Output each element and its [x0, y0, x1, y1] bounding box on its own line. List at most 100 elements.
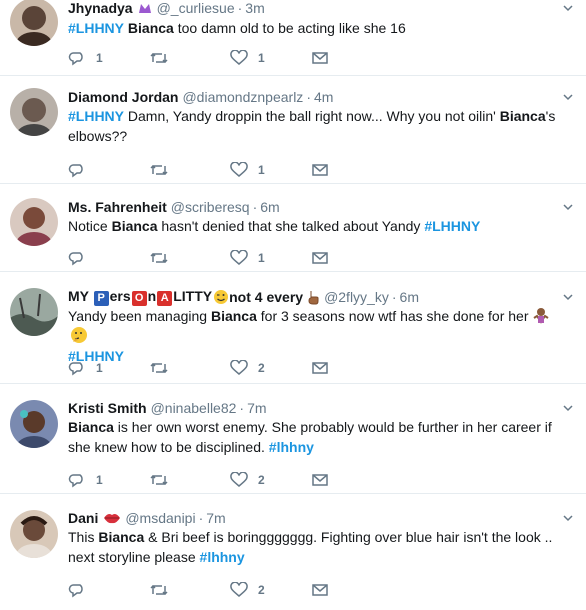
- hashtag-link[interactable]: #LHHNY: [68, 108, 124, 124]
- display-name[interactable]: Ms. Fahrenheit: [68, 199, 167, 215]
- retweet-button[interactable]: [149, 248, 230, 268]
- like-button[interactable]: 1: [230, 160, 311, 180]
- tweet-5[interactable]: Kristi Smith @ninabelle82 · 7m Bianca is…: [0, 384, 586, 494]
- purple-crown-emoji-icon: [138, 4, 151, 13]
- hashtag-link[interactable]: #LHHNY: [424, 218, 480, 234]
- message-icon: [312, 164, 328, 176]
- like-count: 2: [258, 473, 265, 487]
- message-button[interactable]: [311, 358, 392, 378]
- tweet-feed: Jhynadya @_curliesue · 3m #LHHNY Bianca …: [0, 0, 586, 610]
- hashtag-link[interactable]: #LHHNY: [68, 20, 124, 36]
- tweet-1[interactable]: Jhynadya @_curliesue · 3m #LHHNY Bianca …: [0, 0, 586, 76]
- reply-button[interactable]: [68, 160, 149, 180]
- lips-emoji-icon: [104, 514, 121, 524]
- caret-down-icon[interactable]: [562, 512, 574, 524]
- user-handle[interactable]: @scriberesq: [171, 199, 250, 215]
- avatar[interactable]: [10, 288, 58, 336]
- timestamp[interactable]: 6m: [400, 289, 419, 305]
- timestamp[interactable]: 4m: [314, 89, 333, 105]
- tweet-text: This Bianca & Bri beef is boringgggggg. …: [68, 527, 566, 567]
- timestamp[interactable]: 3m: [245, 0, 264, 16]
- avatar-image: [10, 198, 58, 246]
- message-button[interactable]: [311, 580, 392, 600]
- like-icon: [230, 360, 248, 375]
- like-icon: [230, 250, 248, 265]
- reply-icon: [68, 164, 83, 178]
- separator: ·: [391, 289, 397, 305]
- retweet-button[interactable]: [149, 470, 230, 490]
- user-handle[interactable]: @diamondznpearlz: [182, 89, 303, 105]
- tweet-6[interactable]: Dani @msdanipi · 7m This Bianca & Bri be…: [0, 494, 586, 610]
- caret-down-icon[interactable]: [562, 91, 574, 103]
- message-button[interactable]: [311, 470, 392, 490]
- tweet-4[interactable]: MY Pers On A LITTY not 4 every @2flyy_ky · …: [0, 272, 586, 384]
- message-icon: [312, 474, 328, 486]
- message-button[interactable]: [311, 48, 392, 68]
- reply-button[interactable]: [68, 580, 149, 600]
- tweet-actions: 1 1: [68, 48, 392, 68]
- message-button[interactable]: [311, 160, 392, 180]
- like-button[interactable]: 2: [230, 470, 311, 490]
- tweet-actions: 1 2: [68, 358, 392, 378]
- avatar[interactable]: [10, 0, 58, 46]
- separator: ·: [252, 199, 258, 215]
- tweet-text-part: hasn't denied that she talked about Yand…: [157, 218, 425, 234]
- reply-button[interactable]: 1: [68, 358, 149, 378]
- retweet-button[interactable]: [149, 48, 230, 68]
- retweet-button[interactable]: [149, 580, 230, 600]
- avatar-image: [10, 510, 58, 558]
- retweet-button[interactable]: [149, 358, 230, 378]
- avatar[interactable]: [10, 88, 58, 136]
- caret-down-icon[interactable]: [562, 402, 574, 414]
- tweet-actions: 1: [68, 160, 392, 180]
- like-count: 1: [258, 163, 265, 177]
- avatar[interactable]: [10, 400, 58, 448]
- reply-count: 1: [96, 473, 103, 487]
- user-handle[interactable]: @_curliesue: [157, 0, 235, 16]
- hashtag-link[interactable]: #lhhny: [269, 439, 314, 455]
- like-count: 1: [258, 251, 265, 265]
- user-handle[interactable]: @msdanipi: [125, 510, 195, 526]
- tweet-header: Dani @msdanipi · 7m: [68, 510, 546, 526]
- retweet-icon: [150, 474, 168, 486]
- caret-down-icon[interactable]: [562, 201, 574, 213]
- timestamp[interactable]: 7m: [206, 510, 225, 526]
- timestamp[interactable]: 6m: [260, 199, 279, 215]
- display-name[interactable]: Dani: [68, 510, 98, 526]
- tweet-header: Diamond Jordan @diamondznpearlz · 4m: [68, 89, 546, 105]
- avatar[interactable]: [10, 510, 58, 558]
- caret-down-icon[interactable]: [562, 291, 574, 303]
- reply-button[interactable]: 1: [68, 48, 149, 68]
- user-handle[interactable]: @ninabelle82: [151, 400, 237, 416]
- tweet-text-part: next storyline please: [68, 549, 200, 565]
- hashtag-link[interactable]: #lhhny: [200, 549, 245, 565]
- retweet-button[interactable]: [149, 160, 230, 180]
- display-name[interactable]: Diamond Jordan: [68, 89, 178, 105]
- display-name[interactable]: Kristi Smith: [68, 400, 147, 416]
- message-button[interactable]: [311, 248, 392, 268]
- reply-button[interactable]: [68, 248, 149, 268]
- tweet-2[interactable]: Diamond Jordan @diamondznpearlz · 4m #LH…: [0, 76, 586, 184]
- tweet-actions: 1: [68, 248, 392, 268]
- reply-button[interactable]: 1: [68, 470, 149, 490]
- thinking-face-emoji-icon: [71, 327, 87, 343]
- reply-count: 1: [96, 51, 103, 65]
- person-shrugging-emoji-icon: [533, 308, 549, 324]
- timestamp[interactable]: 7m: [247, 400, 266, 416]
- display-name-suffix[interactable]: not 4 every: [229, 289, 303, 305]
- caret-down-icon[interactable]: [562, 2, 574, 14]
- retweet-icon: [150, 252, 168, 264]
- like-button[interactable]: 1: [230, 248, 311, 268]
- like-count: 2: [258, 583, 265, 597]
- user-handle[interactable]: @2flyy_ky: [324, 289, 389, 305]
- tweet-text: Notice Bianca hasn't denied that she tal…: [68, 216, 566, 236]
- avatar[interactable]: [10, 198, 58, 246]
- like-button[interactable]: 2: [230, 358, 311, 378]
- display-name[interactable]: MY Pers On A LITTY: [68, 288, 212, 306]
- tweet-actions: 1 2: [68, 470, 392, 490]
- display-name[interactable]: Jhynadya: [68, 0, 133, 16]
- like-button[interactable]: 2: [230, 580, 311, 600]
- tweet-3[interactable]: Ms. Fahrenheit @scriberesq · 6m Notice B…: [0, 184, 586, 272]
- like-button[interactable]: 1: [230, 48, 311, 68]
- tweet-text-part: she knew how to be disciplined.: [68, 439, 269, 455]
